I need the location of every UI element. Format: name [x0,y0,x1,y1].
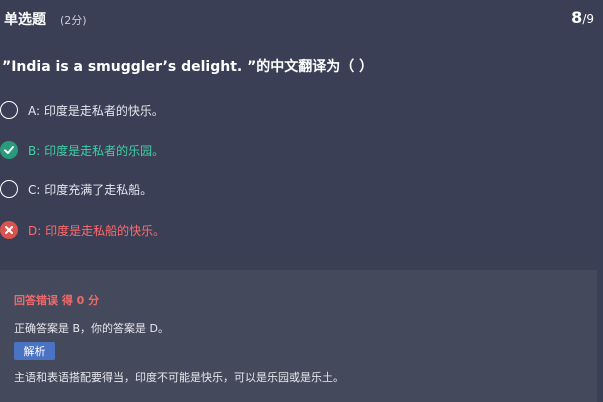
analysis-button[interactable]: 解析 [14,342,55,360]
result-title: 回答错误 得 0 分 [14,294,100,307]
question-header: 单选题 (2分) 8/9 [0,0,603,40]
option-a[interactable]: A: 印度是走私者的快乐。 [0,99,400,121]
progress-current: 8 [571,8,583,27]
option-c[interactable]: C: 印度充满了走私船。 [0,178,400,200]
question-score: (2分) [60,14,87,27]
option-b-label: B: 印度是走私者的乐园。 [28,143,165,158]
question-type: 单选题 [4,12,46,28]
option-a-label: A: 印度是走私者的快乐。 [28,103,164,118]
radio-empty-icon[interactable] [0,101,18,119]
option-d[interactable]: D: 印度是走私船的快乐。 [0,219,400,241]
answer-line: 正确答案是 B，你的答案是 D。 [14,322,170,335]
progress-total: /9 [582,12,594,26]
option-b[interactable]: B: 印度是走私者的乐园。 [0,139,400,161]
x-mark-icon [5,226,13,234]
check-mark-icon [4,146,14,154]
question-text: ”India is a smuggler’s delight. ”的中文翻译为（… [2,59,374,75]
result-panel: 回答错误 得 0 分 正确答案是 B，你的答案是 D。 解析 主语和表语搭配要得… [0,270,597,402]
check-circle-icon[interactable] [0,141,18,159]
option-d-label: D: 印度是走私船的快乐。 [28,223,166,238]
radio-empty-icon[interactable] [0,180,18,198]
option-c-label: C: 印度充满了走私船。 [28,182,153,197]
question-progress: 8/9 [571,8,594,27]
analysis-text: 主语和表语搭配要得当，印度不可能是快乐，可以是乐园或是乐土。 [14,371,344,384]
x-circle-icon[interactable] [0,221,18,239]
